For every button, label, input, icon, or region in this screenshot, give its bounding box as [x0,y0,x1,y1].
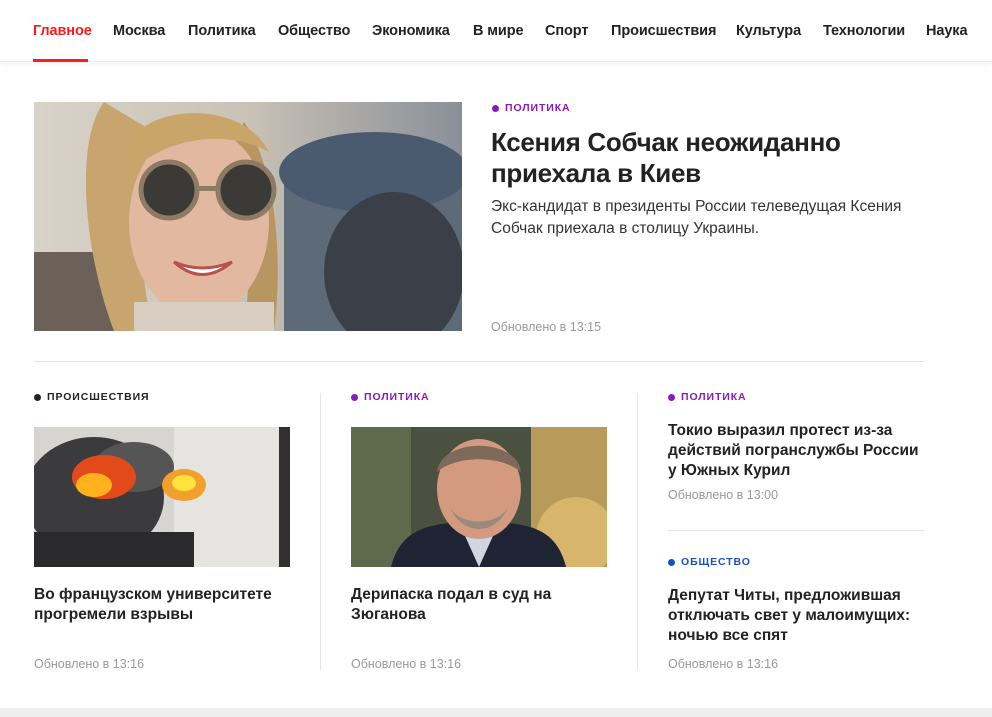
active-tab-indicator [33,59,88,62]
side-headline[interactable]: Токио выразил протест из-за действий пог… [668,421,924,481]
card-rubric[interactable]: Политика [351,391,430,403]
side-rubric[interactable]: Политика [668,391,747,403]
card-rubric-label: Политика [364,391,430,403]
rubric-dot-icon [668,393,675,401]
nav-item-technology[interactable]: Технологии [823,23,905,39]
hero-updated-time: Обновлено в 13:15 [491,320,602,334]
card-updated-time: Обновлено в 13:16 [34,657,145,671]
side-rubric-label: Общество [681,556,751,568]
nav-item-culture[interactable]: Культура [736,23,801,39]
card-headline[interactable]: Во французском университете прогремели в… [34,585,294,625]
rubric-dot-icon [34,393,41,401]
side-rubric-label: Политика [681,391,747,403]
hero-headline[interactable]: Ксения Собчак неожиданно приехала в Киев [491,127,921,189]
side-rubric[interactable]: Общество [668,556,751,568]
hero-rubric-label: Политика [505,102,571,114]
side-updated-time: Обновлено в 13:16 [668,657,779,671]
nav-item-economy[interactable]: Экономика [372,23,450,39]
card-headline[interactable]: Дерипаска подал в суд на Зюганова [351,585,611,625]
card-rubric-label: Происшествия [47,391,150,403]
card-updated-time: Обновлено в 13:16 [351,657,462,671]
column-divider [637,393,638,670]
hero-rubric[interactable]: Политика [492,102,571,114]
column-divider [320,393,321,670]
card-photo-explosion[interactable] [34,427,290,567]
hero-lead[interactable]: Экс-кандидат в президенты России телевед… [491,196,931,240]
hero-photo[interactable] [34,102,462,331]
section-divider [34,361,924,362]
top-navigation: Главное Москва Политика Общество Экономи… [0,0,992,62]
rubric-dot-icon [492,104,499,112]
nav-item-main[interactable]: Главное [33,23,92,39]
card-rubric[interactable]: Происшествия [34,391,149,403]
side-headline[interactable]: Депутат Читы, предложившая отключать све… [668,586,924,646]
side-divider [668,530,924,531]
rubric-dot-icon [351,393,358,401]
nav-item-world[interactable]: В мире [473,23,524,39]
side-updated-time: Обновлено в 13:00 [668,488,779,502]
rubric-dot-icon [668,558,675,566]
nav-item-science[interactable]: Наука [926,23,968,39]
nav-item-politics[interactable]: Политика [188,23,256,39]
nav-item-moscow[interactable]: Москва [113,23,165,39]
nav-item-society[interactable]: Общество [278,23,350,39]
card-photo-portrait[interactable] [351,427,607,567]
page-bottom-strip [0,708,992,717]
nav-item-incidents[interactable]: Происшествия [611,23,716,39]
nav-item-sport[interactable]: Спорт [545,23,588,39]
